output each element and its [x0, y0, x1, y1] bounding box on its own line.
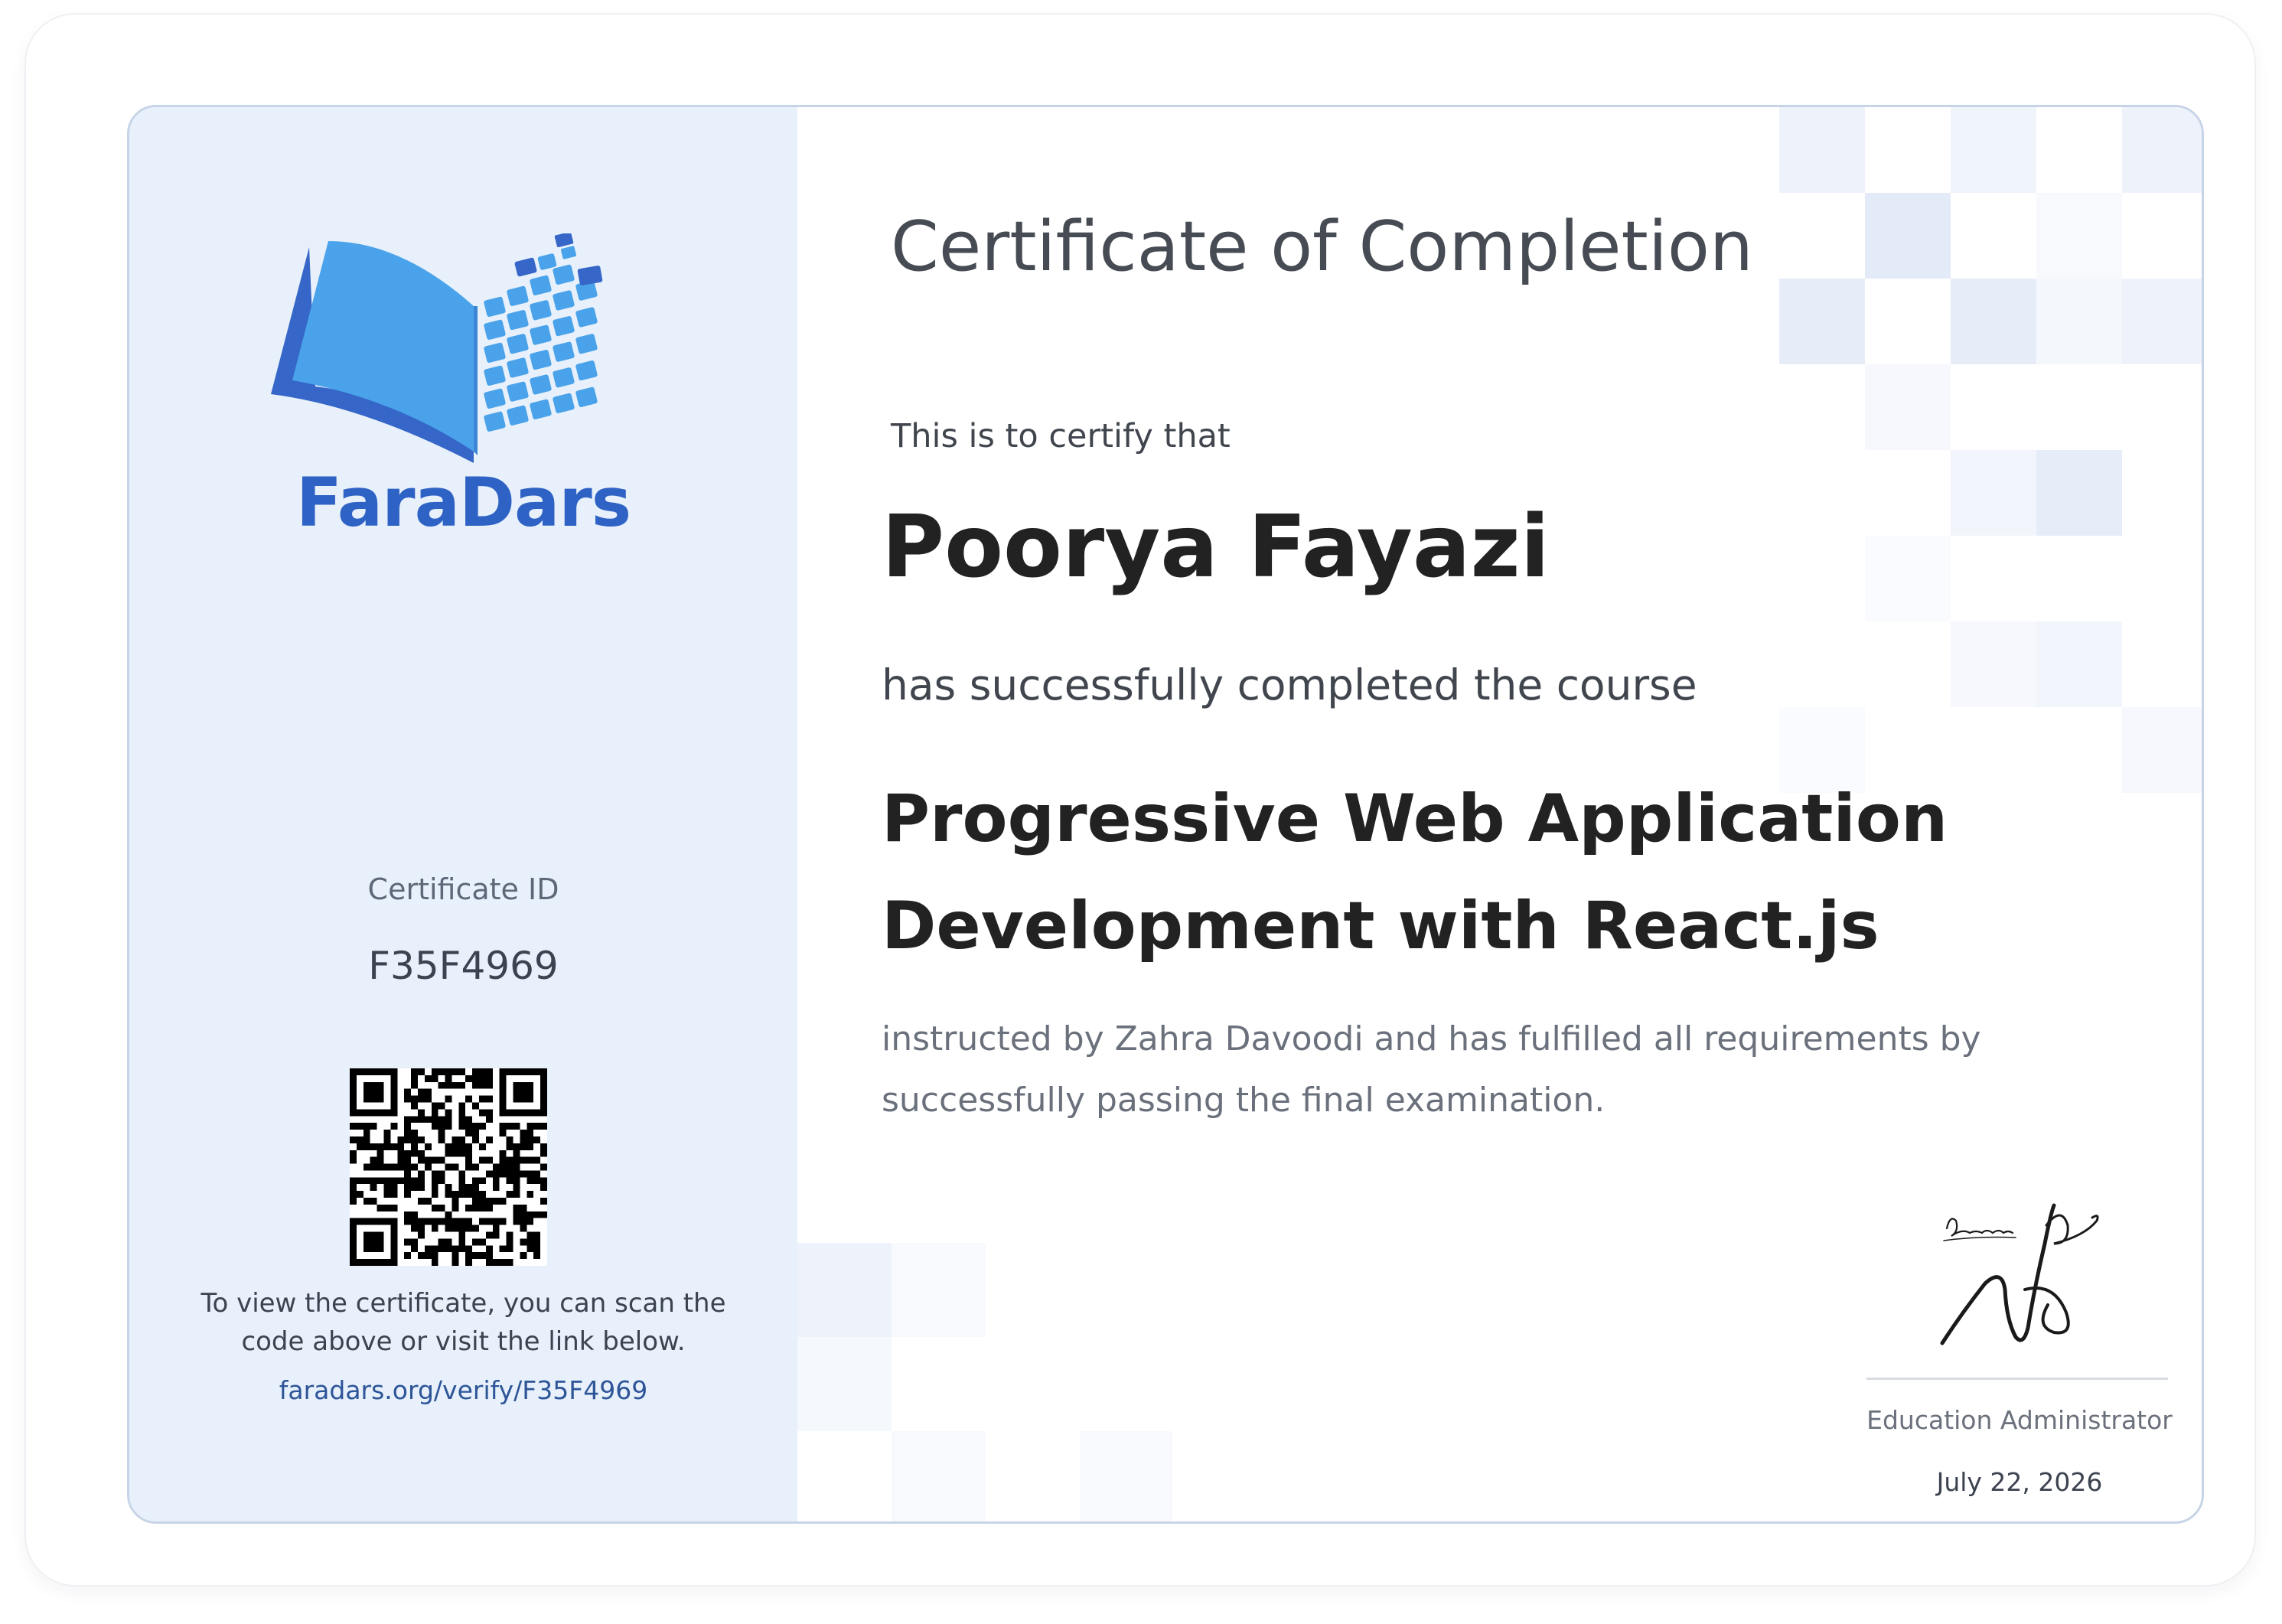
scan-instructions: To view the certificate, you can scan th… — [200, 1288, 726, 1357]
certificate-id-label: Certificate ID — [367, 872, 559, 906]
instructor-statement: instructed by Zahra Davoodi and has fulf… — [882, 1019, 1981, 1120]
pixel-pattern-bottom-left — [797, 1243, 1172, 1521]
completed-statement: has successfully completed the course — [882, 660, 1697, 709]
handwritten-signature-icon — [1940, 1203, 2099, 1345]
brand-name: FaraDars — [295, 463, 631, 542]
signature-line — [1866, 1378, 2168, 1380]
certificate-card: FaraDars Certificate ID F35F4969 To view… — [127, 105, 2204, 1524]
certificate-title: Certificate of Completion — [891, 207, 1753, 287]
signatory-role: Education Administrator — [1866, 1405, 2173, 1435]
sidebar-panel: FaraDars Certificate ID F35F4969 To view… — [129, 107, 797, 1521]
issue-date: July 22, 2026 — [1936, 1467, 2103, 1497]
recipient-name: Poorya Fayazi — [882, 497, 1550, 597]
qr-code-icon[interactable] — [350, 1068, 547, 1266]
course-title: Progressive Web Application Development … — [882, 781, 1948, 964]
open-book-grid-icon — [271, 233, 603, 463]
verify-link[interactable]: faradars.org/verify/F35F4969 — [129, 1375, 797, 1405]
certificate-id-value: F35F4969 — [368, 944, 559, 988]
pixel-pattern-top-right — [1779, 107, 2202, 793]
certificate-frame: FaraDars Certificate ID F35F4969 To view… — [26, 15, 2254, 1585]
certify-intro: This is to certify that — [891, 417, 1231, 455]
